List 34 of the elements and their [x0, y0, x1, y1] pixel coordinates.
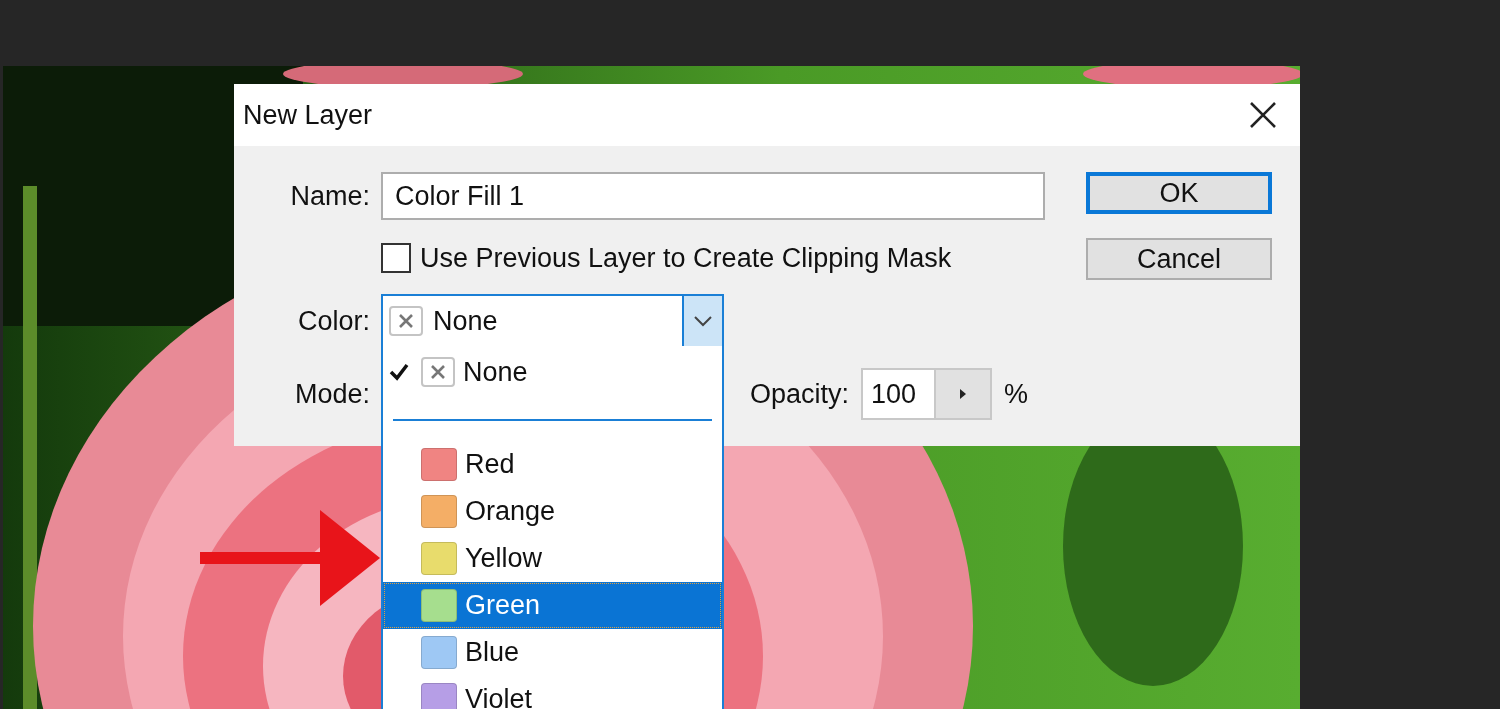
menu-item[interactable]: Violet [383, 676, 722, 709]
checkbox[interactable] [381, 243, 411, 273]
menu-item[interactable]: Orange [383, 488, 722, 535]
color-swatch [421, 589, 457, 622]
dropdown-button[interactable] [682, 296, 722, 346]
checkmark-icon [389, 363, 409, 381]
name-field[interactable]: Color Fill 1 [381, 172, 1045, 220]
color-dropdown[interactable]: None [381, 294, 724, 348]
opacity-label: Opacity: [750, 378, 850, 410]
ok-button[interactable]: OK [1086, 172, 1272, 214]
dropdown-value: None [433, 305, 499, 337]
opacity-field[interactable]: 100 [861, 368, 993, 420]
color-swatch [421, 683, 457, 709]
name-label: Name: [289, 180, 370, 212]
cancel-button[interactable]: Cancel [1086, 238, 1272, 280]
caret-right-icon [959, 388, 968, 400]
color-swatch [421, 636, 457, 669]
percent-unit: % [1004, 378, 1029, 410]
color-label: Color: [296, 305, 370, 337]
mode-label: Mode: [293, 378, 370, 410]
window-title: New Layer [243, 99, 373, 131]
color-swatch [421, 495, 457, 528]
menu-item[interactable]: Red [383, 441, 722, 488]
color-swatch [421, 448, 457, 481]
menu-item[interactable]: Blue [383, 629, 722, 676]
menu-item[interactable]: Yellow [383, 535, 722, 582]
close-icon[interactable] [1250, 102, 1276, 128]
chevron-down-icon [693, 315, 713, 327]
checkbox-label[interactable]: Use Previous Layer to Create Clipping Mask [420, 242, 952, 274]
menu-item[interactable]: None [383, 346, 722, 398]
no-color-icon [389, 306, 423, 336]
no-color-icon [421, 357, 455, 387]
menu-item[interactable]: Green [383, 582, 722, 629]
color-swatch [421, 542, 457, 575]
